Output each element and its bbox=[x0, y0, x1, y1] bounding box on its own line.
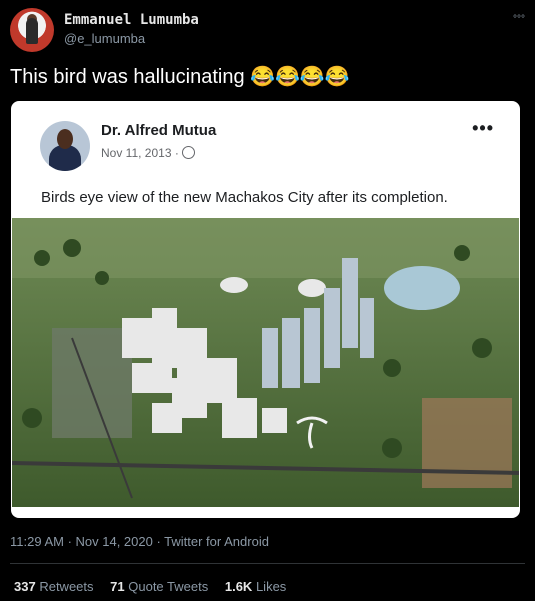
tweet-text: This bird was hallucinating 😂😂😂😂 bbox=[10, 66, 350, 88]
post-text: Birds eye view of the new Machakos City … bbox=[41, 189, 448, 206]
post-more-icon: ••• bbox=[472, 118, 494, 138]
avatar[interactable] bbox=[10, 8, 54, 52]
post-author-avatar bbox=[40, 121, 90, 171]
user-handle[interactable]: @e_lumumba bbox=[64, 31, 145, 46]
retweets-stat[interactable]: 337 Retweets bbox=[14, 579, 94, 594]
quote-tweets-stat[interactable]: 71 Quote Tweets bbox=[110, 579, 208, 594]
quote-tweets-label: Quote Tweets bbox=[128, 579, 209, 594]
avatar-face bbox=[57, 129, 73, 149]
globe-icon bbox=[181, 146, 195, 159]
post-date: Nov 11, 2013 · bbox=[101, 146, 195, 160]
post-date-text: Nov 11, 2013 · bbox=[101, 146, 179, 160]
city-aerial-photo bbox=[12, 218, 519, 507]
quote-tweets-count: 71 bbox=[110, 579, 125, 594]
retweets-count: 337 bbox=[14, 579, 36, 594]
post-author-name: Dr. Alfred Mutua bbox=[101, 122, 217, 139]
likes-stat[interactable]: 1.6K Likes bbox=[225, 579, 286, 594]
retweets-label: Retweets bbox=[39, 579, 94, 594]
engagement-stats: 337 Retweets 71 Quote Tweets 1.6K Likes bbox=[14, 579, 299, 594]
display-name[interactable]: Emmanuel Lumumba bbox=[64, 12, 199, 28]
avatar-figure bbox=[26, 18, 38, 44]
more-options-icon[interactable]: °°° bbox=[513, 14, 525, 25]
tweet-timestamp[interactable]: 11:29 AM · Nov 14, 2020 · Twitter for An… bbox=[10, 534, 269, 549]
likes-count: 1.6K bbox=[224, 579, 253, 594]
embedded-image[interactable]: Dr. Alfred Mutua Nov 11, 2013 · ••• Bird… bbox=[11, 101, 520, 518]
tweet-header: Emmanuel Lumumba @e_lumumba °°° bbox=[10, 8, 525, 52]
likes-label: Likes bbox=[255, 579, 287, 594]
divider bbox=[10, 563, 525, 564]
